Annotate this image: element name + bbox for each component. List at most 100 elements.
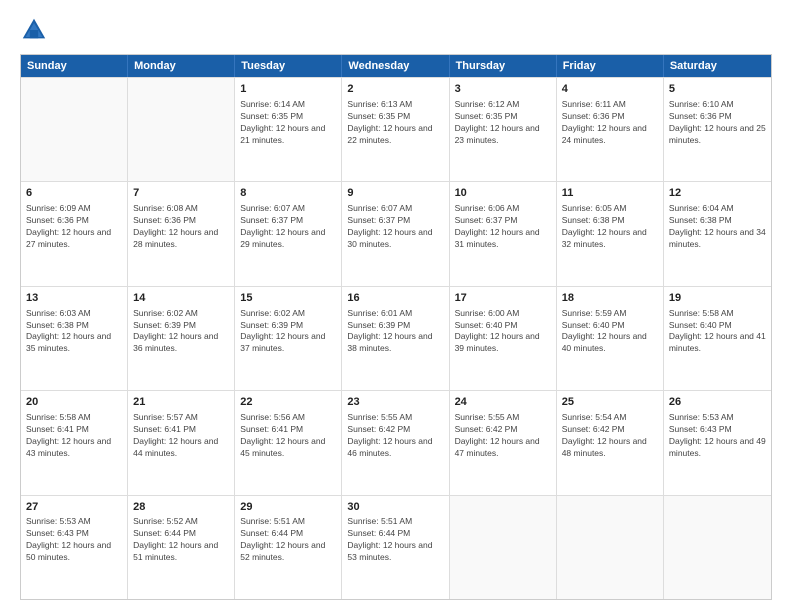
calendar-cell-8: 8 Sunrise: 6:07 AMSunset: 6:37 PMDaylight… xyxy=(235,182,342,285)
day-number: 27 xyxy=(26,500,122,515)
cell-details: Sunrise: 6:08 AMSunset: 6:36 PMDaylight:… xyxy=(133,203,229,251)
day-number: 18 xyxy=(562,291,658,306)
calendar-cell-13: 13 Sunrise: 6:03 AMSunset: 6:38 PMDayligh… xyxy=(21,287,128,390)
calendar-body: 1 Sunrise: 6:14 AMSunset: 6:35 PMDaylight… xyxy=(21,77,771,599)
cell-details: Sunrise: 5:51 AMSunset: 6:44 PMDaylight:… xyxy=(347,516,443,564)
day-number: 2 xyxy=(347,82,443,97)
cell-details: Sunrise: 5:53 AMSunset: 6:43 PMDaylight:… xyxy=(669,412,766,460)
day-number: 1 xyxy=(240,82,336,97)
calendar-cell-19: 19Sunrise: 5:58 AMSunset: 6:40 PMDayligh… xyxy=(664,287,771,390)
calendar-cell-15: 15 Sunrise: 6:02 AMSunset: 6:39 PMDayligh… xyxy=(235,287,342,390)
calendar-cell-5: 5 Sunrise: 6:10 AMSunset: 6:36 PMDaylight… xyxy=(664,78,771,181)
cell-details: Sunrise: 5:54 AMSunset: 6:42 PMDaylight:… xyxy=(562,412,658,460)
cell-details: Sunrise: 6:02 AMSunset: 6:39 PMDaylight:… xyxy=(133,308,229,356)
calendar-cell-empty-4-4 xyxy=(450,496,557,599)
calendar-cell-27: 27Sunrise: 5:53 AMSunset: 6:43 PMDayligh… xyxy=(21,496,128,599)
day-number: 8 xyxy=(240,186,336,201)
cell-details: Sunrise: 6:07 AMSunset: 6:37 PMDaylight:… xyxy=(347,203,443,251)
cell-details: Sunrise: 5:52 AMSunset: 6:44 PMDaylight:… xyxy=(133,516,229,564)
weekday-header-sunday: Sunday xyxy=(21,55,128,77)
day-number: 26 xyxy=(669,395,766,410)
calendar-cell-empty-0-0 xyxy=(21,78,128,181)
calendar-cell-21: 21 Sunrise: 5:57 AMSunset: 6:41 PMDayligh… xyxy=(128,391,235,494)
calendar-cell-14: 14Sunrise: 6:02 AMSunset: 6:39 PMDayligh… xyxy=(128,287,235,390)
day-number: 29 xyxy=(240,500,336,515)
weekday-header-monday: Monday xyxy=(128,55,235,77)
cell-details: Sunrise: 5:58 AMSunset: 6:40 PMDaylight:… xyxy=(669,308,766,356)
cell-details: Sunrise: 5:56 AMSunset: 6:41 PMDaylight:… xyxy=(240,412,336,460)
cell-details: Sunrise: 6:09 AMSunset: 6:36 PMDaylight:… xyxy=(26,203,122,251)
weekday-header-friday: Friday xyxy=(557,55,664,77)
logo-icon xyxy=(20,16,48,44)
calendar-cell-24: 24 Sunrise: 5:55 AMSunset: 6:42 PMDayligh… xyxy=(450,391,557,494)
cell-details: Sunrise: 5:59 AMSunset: 6:40 PMDaylight:… xyxy=(562,308,658,356)
day-number: 4 xyxy=(562,82,658,97)
cell-details: Sunrise: 6:05 AMSunset: 6:38 PMDaylight:… xyxy=(562,203,658,251)
calendar-cell-12: 12 Sunrise: 6:04 AMSunset: 6:38 PMDayligh… xyxy=(664,182,771,285)
calendar-row-4: 27Sunrise: 5:53 AMSunset: 6:43 PMDayligh… xyxy=(21,495,771,599)
day-number: 7 xyxy=(133,186,229,201)
calendar-header: SundayMondayTuesdayWednesdayThursdayFrid… xyxy=(21,55,771,77)
day-number: 22 xyxy=(240,395,336,410)
cell-details: Sunrise: 6:01 AMSunset: 6:39 PMDaylight:… xyxy=(347,308,443,356)
calendar-row-1: 6 Sunrise: 6:09 AMSunset: 6:36 PMDaylight… xyxy=(21,181,771,285)
day-number: 20 xyxy=(26,395,122,410)
calendar-cell-empty-4-5 xyxy=(557,496,664,599)
day-number: 11 xyxy=(562,186,658,201)
calendar-cell-30: 30Sunrise: 5:51 AMSunset: 6:44 PMDayligh… xyxy=(342,496,449,599)
cell-details: Sunrise: 6:06 AMSunset: 6:37 PMDaylight:… xyxy=(455,203,551,251)
calendar-cell-11: 11 Sunrise: 6:05 AMSunset: 6:38 PMDayligh… xyxy=(557,182,664,285)
cell-details: Sunrise: 5:51 AMSunset: 6:44 PMDaylight:… xyxy=(240,516,336,564)
header xyxy=(20,16,772,44)
calendar-cell-9: 9 Sunrise: 6:07 AMSunset: 6:37 PMDaylight… xyxy=(342,182,449,285)
day-number: 25 xyxy=(562,395,658,410)
day-number: 16 xyxy=(347,291,443,306)
day-number: 13 xyxy=(26,291,122,306)
calendar-row-2: 13 Sunrise: 6:03 AMSunset: 6:38 PMDayligh… xyxy=(21,286,771,390)
day-number: 5 xyxy=(669,82,766,97)
day-number: 23 xyxy=(347,395,443,410)
cell-details: Sunrise: 6:12 AMSunset: 6:35 PMDaylight:… xyxy=(455,99,551,147)
calendar-cell-18: 18 Sunrise: 5:59 AMSunset: 6:40 PMDayligh… xyxy=(557,287,664,390)
cell-details: Sunrise: 5:55 AMSunset: 6:42 PMDaylight:… xyxy=(347,412,443,460)
calendar-cell-empty-4-6 xyxy=(664,496,771,599)
day-number: 9 xyxy=(347,186,443,201)
calendar: SundayMondayTuesdayWednesdayThursdayFrid… xyxy=(20,54,772,600)
cell-details: Sunrise: 5:53 AMSunset: 6:43 PMDaylight:… xyxy=(26,516,122,564)
day-number: 10 xyxy=(455,186,551,201)
day-number: 24 xyxy=(455,395,551,410)
calendar-cell-7: 7 Sunrise: 6:08 AMSunset: 6:36 PMDaylight… xyxy=(128,182,235,285)
calendar-cell-4: 4 Sunrise: 6:11 AMSunset: 6:36 PMDaylight… xyxy=(557,78,664,181)
weekday-header-saturday: Saturday xyxy=(664,55,771,77)
calendar-cell-25: 25 Sunrise: 5:54 AMSunset: 6:42 PMDayligh… xyxy=(557,391,664,494)
cell-details: Sunrise: 6:03 AMSunset: 6:38 PMDaylight:… xyxy=(26,308,122,356)
cell-details: Sunrise: 6:10 AMSunset: 6:36 PMDaylight:… xyxy=(669,99,766,147)
calendar-cell-20: 20 Sunrise: 5:58 AMSunset: 6:41 PMDayligh… xyxy=(21,391,128,494)
calendar-cell-2: 2 Sunrise: 6:13 AMSunset: 6:35 PMDaylight… xyxy=(342,78,449,181)
calendar-cell-empty-0-1 xyxy=(128,78,235,181)
weekday-header-thursday: Thursday xyxy=(450,55,557,77)
calendar-cell-10: 10 Sunrise: 6:06 AMSunset: 6:37 PMDayligh… xyxy=(450,182,557,285)
cell-details: Sunrise: 6:07 AMSunset: 6:37 PMDaylight:… xyxy=(240,203,336,251)
day-number: 28 xyxy=(133,500,229,515)
cell-details: Sunrise: 6:13 AMSunset: 6:35 PMDaylight:… xyxy=(347,99,443,147)
weekday-header-wednesday: Wednesday xyxy=(342,55,449,77)
calendar-cell-16: 16 Sunrise: 6:01 AMSunset: 6:39 PMDayligh… xyxy=(342,287,449,390)
cell-details: Sunrise: 6:11 AMSunset: 6:36 PMDaylight:… xyxy=(562,99,658,147)
cell-details: Sunrise: 5:55 AMSunset: 6:42 PMDaylight:… xyxy=(455,412,551,460)
day-number: 12 xyxy=(669,186,766,201)
day-number: 17 xyxy=(455,291,551,306)
cell-details: Sunrise: 6:02 AMSunset: 6:39 PMDaylight:… xyxy=(240,308,336,356)
cell-details: Sunrise: 6:14 AMSunset: 6:35 PMDaylight:… xyxy=(240,99,336,147)
day-number: 21 xyxy=(133,395,229,410)
cell-details: Sunrise: 5:57 AMSunset: 6:41 PMDaylight:… xyxy=(133,412,229,460)
cell-details: Sunrise: 6:04 AMSunset: 6:38 PMDaylight:… xyxy=(669,203,766,251)
weekday-header-tuesday: Tuesday xyxy=(235,55,342,77)
calendar-cell-23: 23 Sunrise: 5:55 AMSunset: 6:42 PMDayligh… xyxy=(342,391,449,494)
cell-details: Sunrise: 6:00 AMSunset: 6:40 PMDaylight:… xyxy=(455,308,551,356)
calendar-cell-26: 26 Sunrise: 5:53 AMSunset: 6:43 PMDayligh… xyxy=(664,391,771,494)
cell-details: Sunrise: 5:58 AMSunset: 6:41 PMDaylight:… xyxy=(26,412,122,460)
day-number: 15 xyxy=(240,291,336,306)
day-number: 6 xyxy=(26,186,122,201)
calendar-cell-17: 17 Sunrise: 6:00 AMSunset: 6:40 PMDayligh… xyxy=(450,287,557,390)
